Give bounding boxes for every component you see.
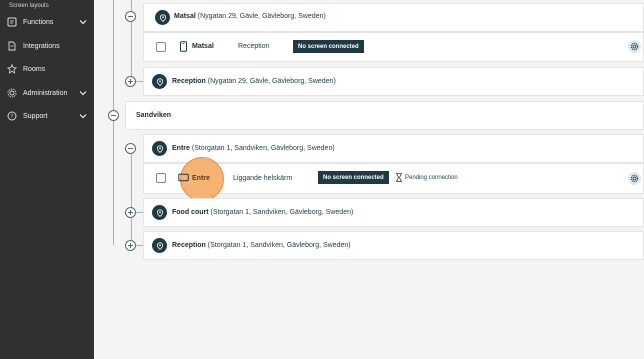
minus-icon <box>128 148 133 149</box>
svg-text:?: ? <box>11 114 14 120</box>
collapse-toggle[interactable] <box>125 143 136 154</box>
group-name: Sandviken <box>136 112 172 119</box>
location-address: (Nygatan 29, Gävle, Gävleborg, Sweden) <box>207 78 336 85</box>
location-label: Food court (Storgatan 1, Sandviken, Gävl… <box>172 209 353 216</box>
pending-text: Pending connection <box>405 174 458 181</box>
location-name: Reception <box>172 242 206 249</box>
plus-icon <box>128 210 133 215</box>
tree-connector <box>113 115 114 245</box>
main-content: Matsal (Nygatan 29, Gävle, Gävleborg, Sw… <box>94 0 644 359</box>
chevron-down-icon <box>79 91 87 96</box>
sidebar-item-label: Functions <box>23 18 54 26</box>
location-name: Food court <box>172 209 209 216</box>
location-pin-icon <box>152 205 167 220</box>
location-name: Matsal <box>174 13 196 20</box>
gear-icon <box>630 174 639 183</box>
hourglass-icon <box>396 173 402 182</box>
portrait-screen-icon <box>180 41 187 52</box>
status-badge: No screen connected <box>293 40 364 53</box>
rooms-icon <box>7 64 17 74</box>
location-label: Matsal (Nygatan 29, Gävle, Gävleborg, Sw… <box>174 13 326 20</box>
location-address: (Storgatan 1, Sandviken, Gävleborg, Swed… <box>191 145 335 152</box>
tree-connector <box>131 17 132 81</box>
plus-icon <box>128 243 133 248</box>
sidebar-item-label: Support <box>23 112 48 120</box>
expand-toggle[interactable] <box>125 240 136 251</box>
collapse-toggle[interactable] <box>125 11 136 22</box>
location-pin-icon <box>155 10 170 25</box>
tree-connector <box>131 148 132 245</box>
screen-row-matsal <box>143 32 644 62</box>
breadcrumb: Screen layouts <box>9 3 49 9</box>
screen-layout: Liggande helskärm <box>233 175 293 182</box>
location-label: Entre (Storgatan 1, Sandviken, Gävleborg… <box>172 145 335 152</box>
expand-toggle[interactable] <box>125 76 136 87</box>
screen-checkbox[interactable] <box>156 173 166 183</box>
pending-status: Pending connection <box>396 173 458 182</box>
screen-settings-button[interactable] <box>628 40 641 53</box>
status-badge: No screen connected <box>318 171 389 184</box>
tree-connector <box>113 0 114 115</box>
expand-toggle[interactable] <box>125 207 136 218</box>
screen-settings-button[interactable] <box>628 172 641 185</box>
chevron-down-icon <box>79 20 87 25</box>
gear-icon <box>630 42 639 51</box>
location-address: (Storgatan 1, Sandviken, Gävleborg, Swed… <box>210 209 354 216</box>
screen-name[interactable]: Entre <box>192 175 210 182</box>
help-icon: ? <box>7 111 17 121</box>
sidebar-item-support[interactable]: ? Support <box>0 106 94 126</box>
location-label: Reception (Nygatan 29, Gävle, Gävleborg,… <box>172 78 336 85</box>
chevron-down-icon <box>79 114 87 119</box>
functions-icon <box>7 17 17 27</box>
sidebar-item-administration[interactable]: Administration <box>0 83 94 103</box>
plus-icon <box>128 79 133 84</box>
minus-icon <box>128 16 133 17</box>
sidebar-item-rooms[interactable]: Rooms <box>0 59 94 79</box>
sidebar-item-functions[interactable]: Functions <box>0 12 94 32</box>
screen-name[interactable]: Matsal <box>192 43 214 50</box>
location-address: (Nygatan 29, Gävle, Gävleborg, Sweden) <box>197 13 326 20</box>
screen-layout: Reception <box>238 43 270 50</box>
sidebar-item-label: Integrations <box>23 42 60 50</box>
sidebar-item-label: Rooms <box>23 65 46 73</box>
location-group-sandviken <box>125 101 644 130</box>
sidebar-item-integrations[interactable]: Integrations <box>0 36 94 56</box>
sidebar-item-label: Administration <box>23 89 68 97</box>
location-name: Reception <box>172 78 206 85</box>
gear-icon <box>7 88 17 98</box>
screen-checkbox[interactable] <box>156 42 166 52</box>
location-name: Entre <box>172 145 190 152</box>
location-address: (Storgatan 1, Sandviken, Gävleborg, Swed… <box>207 242 351 249</box>
location-pin-icon <box>152 74 167 89</box>
sidebar: Screen layouts Functions Integrations Ro… <box>0 0 94 359</box>
minus-icon <box>111 115 116 116</box>
location-label: Reception (Storgatan 1, Sandviken, Gävle… <box>172 242 351 249</box>
collapse-toggle[interactable] <box>108 110 119 121</box>
integrations-icon <box>8 41 16 51</box>
landscape-screen-icon <box>178 173 189 182</box>
location-pin-icon <box>152 141 167 156</box>
location-pin-icon <box>152 238 167 253</box>
